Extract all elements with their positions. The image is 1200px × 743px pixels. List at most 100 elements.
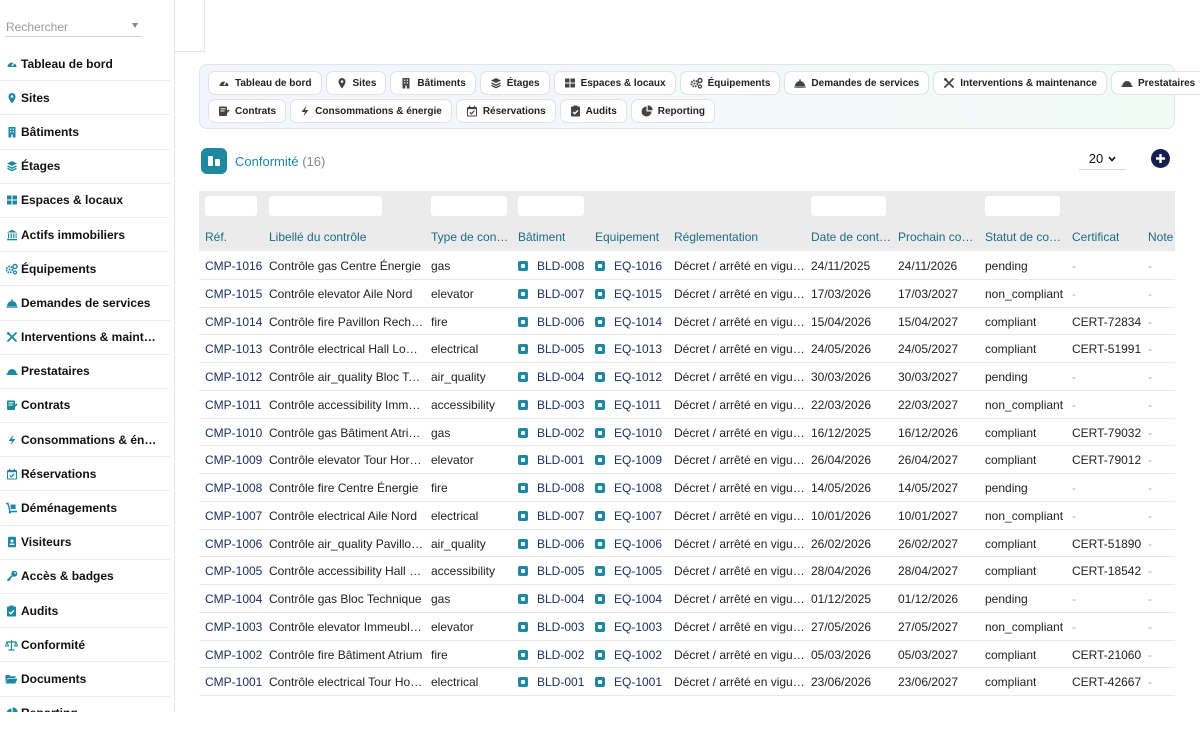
table-row[interactable]: CMP-1013 Contrôle electrical Hall Logisti… bbox=[199, 335, 1175, 363]
ref-link[interactable]: CMP-1005 bbox=[205, 564, 262, 578]
ref-link[interactable]: CMP-1006 bbox=[205, 537, 262, 551]
tab-sites[interactable]: Sites bbox=[325, 71, 387, 95]
equipment-link[interactable]: EQ-1010 bbox=[614, 426, 662, 440]
building-link[interactable]: BLD-002 bbox=[537, 426, 584, 440]
column-header-regulation[interactable]: Réglementation bbox=[674, 230, 758, 244]
tab-espaces-locaux[interactable]: Espaces & locaux bbox=[553, 71, 676, 95]
ref-link[interactable]: CMP-1001 bbox=[205, 675, 262, 689]
table-row[interactable]: CMP-1003 Contrôle elevator Immeuble Siège… bbox=[199, 613, 1175, 641]
tab-prestataires[interactable]: Prestataires bbox=[1110, 71, 1200, 95]
caret-down-icon[interactable] bbox=[132, 23, 138, 28]
tab-contrats[interactable]: Contrats bbox=[208, 99, 287, 123]
table-row[interactable]: CMP-1015 Contrôle elevator Aile Nord eleva… bbox=[199, 280, 1175, 308]
sidebar-item-conformite[interactable]: Conformité bbox=[0, 628, 170, 663]
ref-link[interactable]: CMP-1012 bbox=[205, 370, 262, 384]
ref-link[interactable]: CMP-1014 bbox=[205, 315, 262, 329]
tab-tableau-de-bord[interactable]: Tableau de bord bbox=[208, 71, 322, 95]
equipment-link[interactable]: EQ-1009 bbox=[614, 453, 662, 467]
column-header-certificate[interactable]: Certificat bbox=[1072, 230, 1119, 244]
sidebar-item-sites[interactable]: Sites bbox=[0, 81, 170, 116]
ref-link[interactable]: CMP-1003 bbox=[205, 620, 262, 634]
table-row[interactable]: CMP-1009 Contrôle elevator Tour Horizon el… bbox=[199, 446, 1175, 474]
equipment-link[interactable]: EQ-1004 bbox=[614, 592, 662, 606]
sidebar-item-espaces-locaux[interactable]: Espaces & locaux bbox=[0, 184, 170, 218]
sidebar-item-acces-badges[interactable]: Accès & badges bbox=[0, 560, 170, 594]
column-header-building[interactable]: Bâtiment bbox=[518, 230, 565, 244]
equipment-link[interactable]: EQ-1016 bbox=[614, 259, 662, 273]
sidebar-item-documents[interactable]: Documents bbox=[0, 662, 170, 697]
building-link[interactable]: BLD-006 bbox=[537, 315, 584, 329]
table-row[interactable]: CMP-1011 Contrôle accessibility Immeuble … bbox=[199, 391, 1175, 419]
sidebar-item-prestataires[interactable]: Prestataires bbox=[0, 355, 170, 389]
filter-ref[interactable] bbox=[205, 196, 257, 216]
sidebar-item-equipements[interactable]: Équipements bbox=[0, 252, 170, 287]
ref-link[interactable]: CMP-1011 bbox=[205, 398, 261, 412]
tab-interventions-maintenance[interactable]: Interventions & maintenance bbox=[933, 71, 1107, 95]
ref-link[interactable]: CMP-1002 bbox=[205, 648, 262, 662]
column-header-type[interactable]: Type de cont… bbox=[431, 230, 511, 244]
table-row[interactable]: CMP-1004 Contrôle gas Bloc Technique gas BL… bbox=[199, 585, 1175, 613]
sidebar-item-demenagements[interactable]: Déménagements bbox=[0, 491, 170, 526]
building-link[interactable]: BLD-008 bbox=[537, 481, 584, 495]
equipment-link[interactable]: EQ-1005 bbox=[614, 564, 662, 578]
building-link[interactable]: BLD-008 bbox=[537, 259, 584, 273]
ref-link[interactable]: CMP-1004 bbox=[205, 592, 262, 606]
sidebar-item-reservations[interactable]: Réservations bbox=[0, 457, 170, 492]
building-link[interactable]: BLD-005 bbox=[537, 342, 584, 356]
column-header-note[interactable]: Note bbox=[1148, 230, 1173, 244]
search-select[interactable]: Rechercher bbox=[5, 16, 142, 37]
equipment-link[interactable]: EQ-1008 bbox=[614, 481, 662, 495]
tab-reservations[interactable]: Réservations bbox=[455, 99, 556, 123]
table-row[interactable]: CMP-1010 Contrôle gas Bâtiment Atrium gas B… bbox=[199, 419, 1175, 447]
sidebar-item-consommations-energie[interactable]: Consommations & énergie bbox=[0, 423, 170, 458]
filter-building[interactable] bbox=[518, 196, 584, 216]
table-row[interactable]: CMP-1001 Contrôle electrical Tour Horizon… bbox=[199, 668, 1175, 696]
column-header-ref[interactable]: Réf. bbox=[205, 230, 227, 244]
tab-demandes-de-services[interactable]: Demandes de services bbox=[784, 71, 930, 95]
sidebar-item-reporting[interactable]: Reporting bbox=[0, 697, 170, 712]
table-row[interactable]: CMP-1008 Contrôle fire Centre Énergie fire… bbox=[199, 474, 1175, 502]
building-link[interactable]: BLD-002 bbox=[537, 648, 584, 662]
building-link[interactable]: BLD-005 bbox=[537, 564, 584, 578]
ref-link[interactable]: CMP-1009 bbox=[205, 453, 262, 467]
tab-batiments[interactable]: Bâtiments bbox=[390, 71, 476, 95]
tab-audits[interactable]: Audits bbox=[559, 99, 627, 123]
equipment-link[interactable]: EQ-1015 bbox=[614, 287, 662, 301]
tab-reporting[interactable]: Reporting bbox=[630, 99, 715, 123]
column-header-status[interactable]: Statut de co… bbox=[985, 230, 1061, 244]
equipment-link[interactable]: EQ-1011 bbox=[614, 398, 661, 412]
equipment-link[interactable]: EQ-1002 bbox=[614, 648, 662, 662]
building-link[interactable]: BLD-003 bbox=[537, 398, 584, 412]
column-header-date[interactable]: Date de cont… bbox=[811, 230, 891, 244]
equipment-link[interactable]: EQ-1001 bbox=[614, 675, 662, 689]
ref-link[interactable]: CMP-1016 bbox=[205, 259, 262, 273]
table-row[interactable]: CMP-1016 Contrôle gas Centre Énergie gas BL… bbox=[199, 252, 1175, 280]
building-link[interactable]: BLD-007 bbox=[537, 287, 584, 301]
ref-link[interactable]: CMP-1007 bbox=[205, 509, 262, 523]
building-link[interactable]: BLD-007 bbox=[537, 509, 584, 523]
table-row[interactable]: CMP-1002 Contrôle fire Bâtiment Atrium fir… bbox=[199, 641, 1175, 669]
sidebar-item-visiteurs[interactable]: Visiteurs bbox=[0, 526, 170, 560]
sidebar-item-batiments[interactable]: Bâtiments bbox=[0, 115, 170, 150]
equipment-link[interactable]: EQ-1003 bbox=[614, 620, 662, 634]
column-header-equipment[interactable]: Equipement bbox=[595, 230, 659, 244]
sidebar-item-contrats[interactable]: Contrats bbox=[0, 389, 170, 424]
table-row[interactable]: CMP-1007 Contrôle electrical Aile Nord ele… bbox=[199, 502, 1175, 530]
sidebar-item-etages[interactable]: Étages bbox=[0, 150, 170, 184]
ref-link[interactable]: CMP-1010 bbox=[205, 426, 262, 440]
building-link[interactable]: BLD-001 bbox=[537, 675, 584, 689]
column-header-next[interactable]: Prochain co… bbox=[898, 230, 973, 244]
sidebar-item-tableau-de-bord[interactable]: Tableau de bord bbox=[0, 47, 170, 82]
equipment-link[interactable]: EQ-1014 bbox=[614, 315, 662, 329]
equipment-link[interactable]: EQ-1007 bbox=[614, 509, 662, 523]
sidebar-item-actifs-immobiliers[interactable]: Actifs immobiliers bbox=[0, 218, 170, 253]
add-record-button[interactable] bbox=[1151, 149, 1170, 168]
table-row[interactable]: CMP-1012 Contrôle air_quality Bloc Techni… bbox=[199, 363, 1175, 391]
building-link[interactable]: BLD-004 bbox=[537, 592, 584, 606]
filter-status[interactable] bbox=[985, 196, 1060, 216]
equipment-link[interactable]: EQ-1012 bbox=[614, 370, 662, 384]
tab-equipements[interactable]: Équipements bbox=[679, 71, 781, 95]
building-link[interactable]: BLD-003 bbox=[537, 620, 584, 634]
ref-link[interactable]: CMP-1013 bbox=[205, 342, 262, 356]
column-header-label[interactable]: Libellé du contrôle bbox=[269, 230, 366, 244]
